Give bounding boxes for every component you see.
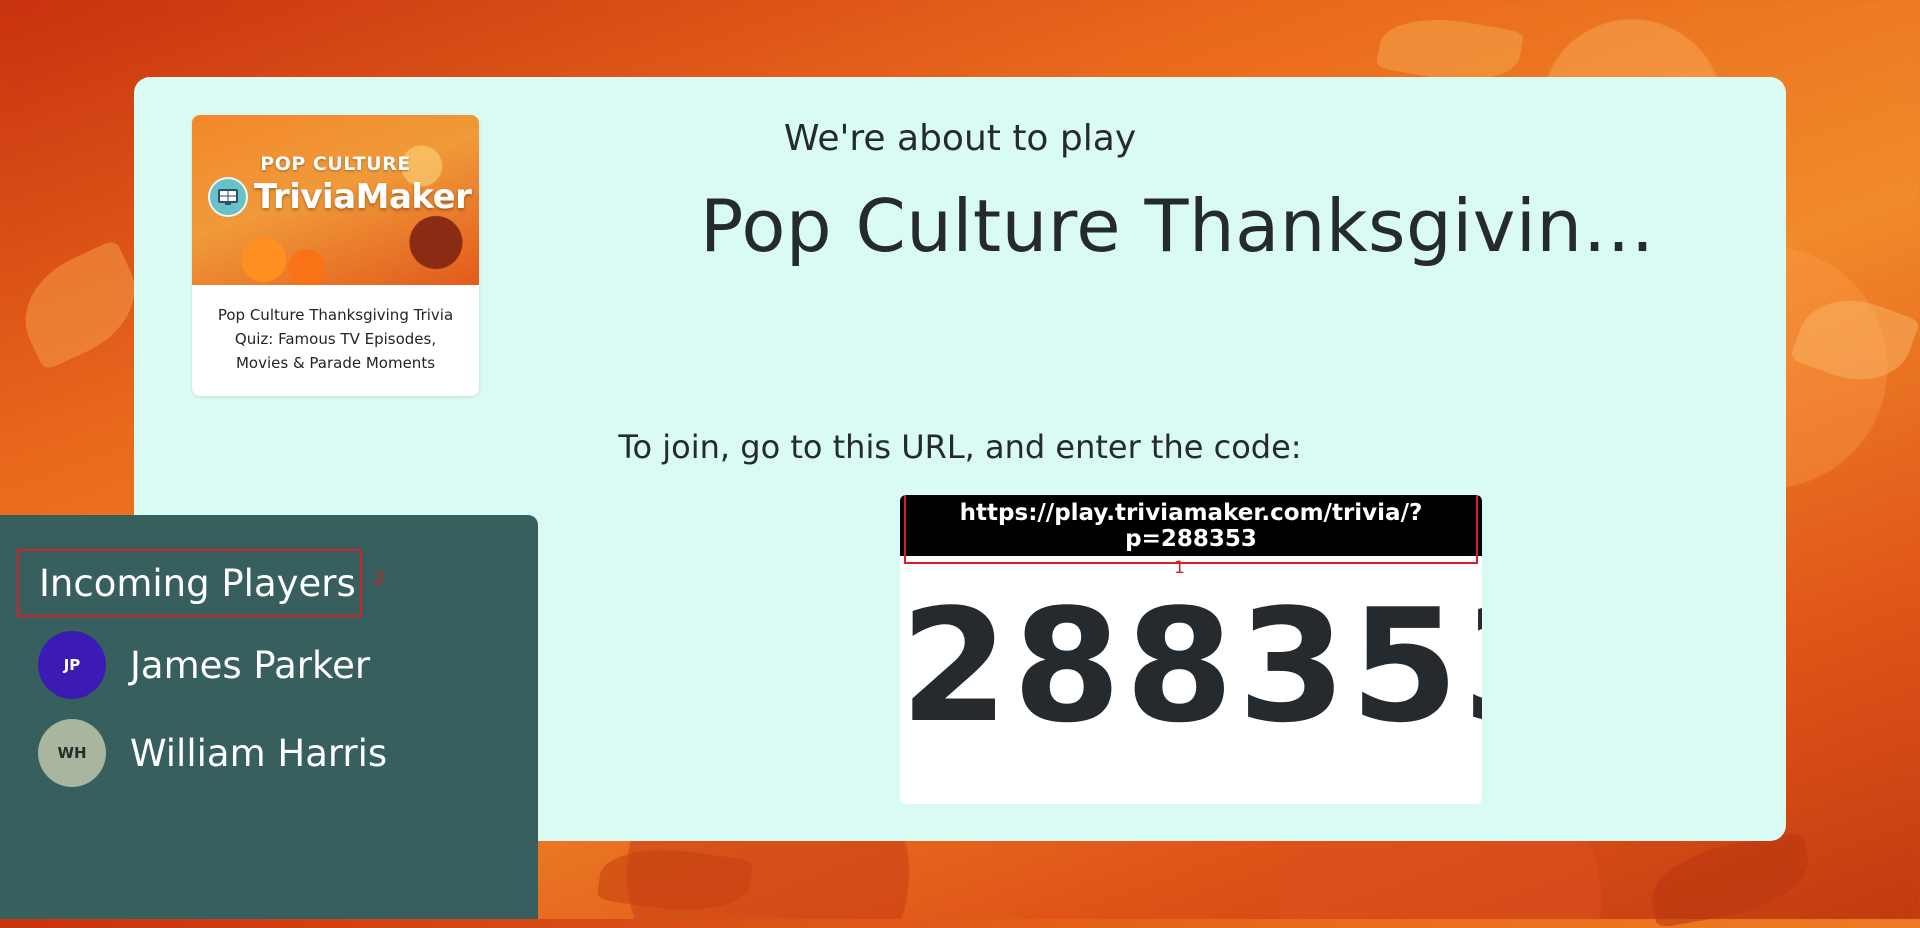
join-instructions: To join, go to this URL, and enter the c… bbox=[618, 428, 1302, 466]
player-name: James Parker bbox=[130, 643, 371, 687]
join-url-link[interactable]: https://play.triviamaker.com/trivia/?p=2… bbox=[904, 495, 1478, 564]
player-name: William Harris bbox=[130, 731, 388, 775]
avatar: JP bbox=[38, 631, 106, 699]
triviamaker-logo: TriviaMaker bbox=[208, 177, 472, 217]
player-item: WH William Harris bbox=[38, 719, 387, 787]
tv-icon bbox=[208, 177, 248, 217]
annotation-marker-1: 1 bbox=[1174, 558, 1185, 578]
incoming-players-panel: Incoming Players 2 JP James Parker WH Wi… bbox=[0, 515, 538, 919]
game-thumbnail-caption: Pop Culture Thanksgiving Trivia Quiz: Fa… bbox=[217, 306, 454, 372]
brand-name: TriviaMaker bbox=[254, 177, 472, 217]
about-to-play-label: We're about to play bbox=[783, 118, 1137, 159]
avatar: WH bbox=[38, 719, 106, 787]
incoming-players-title: Incoming Players bbox=[17, 549, 362, 617]
game-title: Pop Culture Thanksgiving Trivia Quiz: Fa… bbox=[700, 184, 1680, 268]
join-code-box: https://play.triviamaker.com/trivia/?p=2… bbox=[900, 495, 1482, 804]
game-code: 288353 bbox=[900, 575, 1482, 757]
background-leaf bbox=[596, 839, 754, 921]
join-url-bar: https://play.triviamaker.com/trivia/?p=2… bbox=[900, 495, 1482, 564]
background-leaf bbox=[1645, 831, 1815, 928]
background-leaf bbox=[6, 238, 154, 372]
background-leaf bbox=[1789, 283, 1920, 397]
annotation-marker-2: 2 bbox=[374, 569, 385, 589]
player-item: JP James Parker bbox=[38, 631, 370, 699]
